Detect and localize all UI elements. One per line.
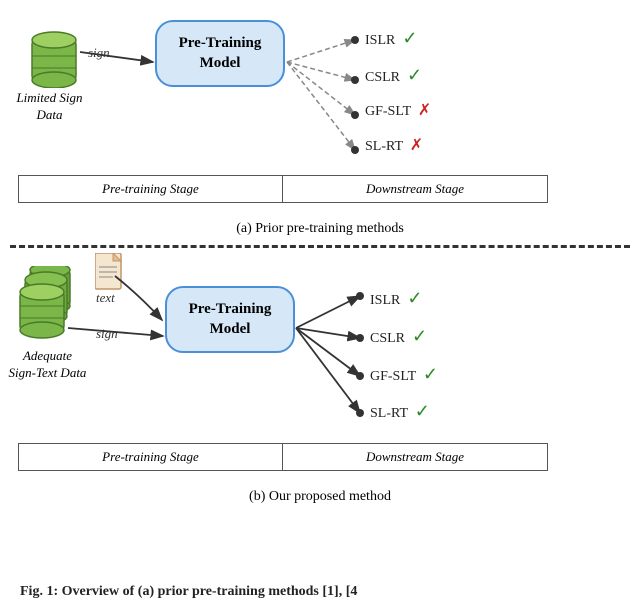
bottom-stage-bar: Pre-training Stage Downstream Stage (18, 443, 548, 471)
top-db-label: Limited Sign Data (12, 90, 87, 124)
fig-caption-prefix: Fig. 1: Overview of (a) (20, 584, 158, 599)
bottom-arrows-svg (0, 248, 600, 528)
bottom-task-islr: ISLR ✓ (370, 288, 422, 309)
fig-caption-bold1: prior pre-training methods (158, 584, 319, 599)
top-task-slrt: SL-RT ✗ (365, 135, 423, 155)
top-stage-left: Pre-training Stage (19, 176, 283, 202)
bottom-diagram: text sign Pre-Training Model A (0, 248, 640, 543)
bottom-task-gfslt: GF-SLT ✓ (370, 364, 438, 385)
bottom-stage-left: Pre-training Stage (19, 444, 283, 470)
multi-db-icon (18, 266, 76, 346)
top-task-islr: ISLR ✓ (365, 28, 417, 49)
fig-caption-mid: [1], [4 (319, 584, 358, 599)
bottom-task-cslr: CSLR ✓ (370, 326, 427, 347)
fig-caption: Fig. 1: Overview of (a) prior pre-traini… (0, 584, 640, 600)
top-task-cslr: CSLR ✓ (365, 65, 422, 86)
single-db-icon (28, 28, 80, 93)
bottom-db-label: AdequateSign-Text Data (5, 348, 90, 382)
top-stage-right: Downstream Stage (283, 176, 547, 202)
bottom-task-slrt: SL-RT ✓ (370, 401, 430, 422)
bottom-text-label: text (96, 290, 115, 306)
bottom-caption: (b) Our proposed method (0, 489, 640, 505)
top-stage-bar: Pre-training Stage Downstream Stage (18, 175, 548, 203)
top-task-gfslt: GF-SLT ✗ (365, 100, 431, 120)
top-caption: (a) Prior pre-training methods (0, 221, 640, 237)
bottom-model-box: Pre-Training Model (165, 286, 295, 353)
doc-icon (95, 253, 127, 295)
top-diagram: Limited Sign Data sign Pre-Training Mode… (0, 0, 640, 245)
bottom-stage-right: Downstream Stage (283, 444, 547, 470)
top-sign-label: sign (88, 45, 110, 61)
top-model-box: Pre-Training Model (155, 20, 285, 87)
bottom-sign-label: sign (96, 326, 118, 342)
